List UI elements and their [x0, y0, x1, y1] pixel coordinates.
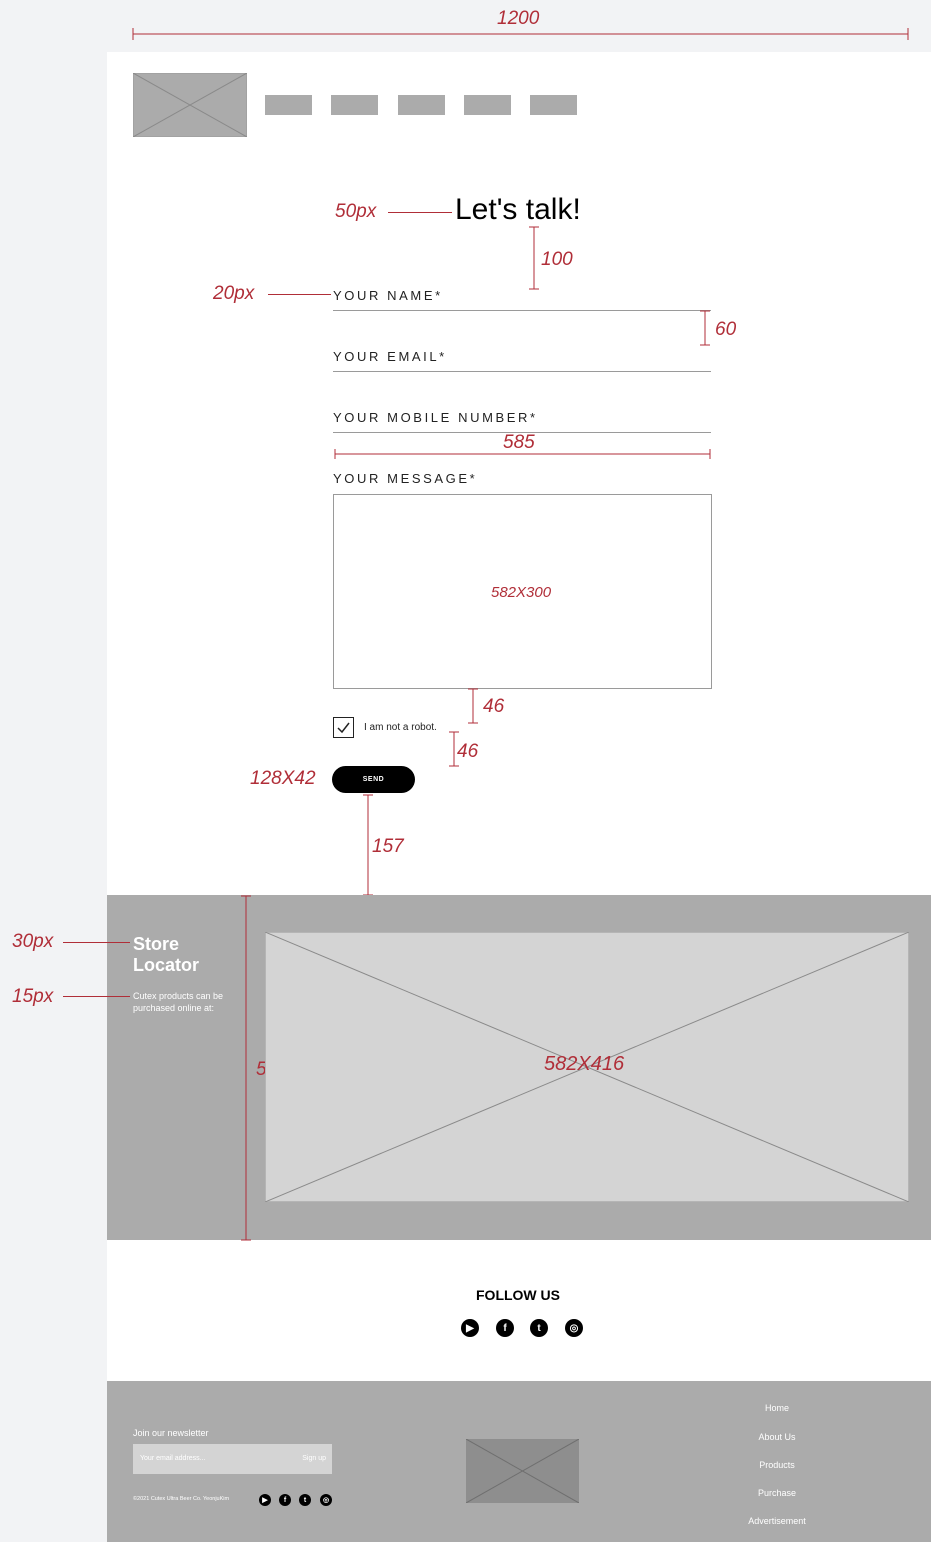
message-label: YOUR MESSAGE*: [333, 471, 478, 486]
footer-link-about-us[interactable]: About Us: [717, 1432, 837, 1442]
annotation-message-size: 582X300: [491, 584, 552, 601]
annotation-gap-before-locator: 157: [372, 836, 404, 857]
captcha-checkbox[interactable]: [333, 717, 354, 738]
annotation-locator-text-font-line: [63, 996, 130, 997]
email-label: YOUR EMAIL*: [333, 349, 447, 364]
send-button[interactable]: SEND: [332, 766, 415, 793]
footer-link-advertisement[interactable]: Advertisement: [717, 1516, 837, 1526]
annotation-gap-after-message-line: [468, 688, 478, 724]
annotation-gap-after-message: 46: [483, 696, 505, 717]
copyright-text: ©2021 Cutex Ultra Beer Co. YeonjuKim: [133, 1496, 230, 1502]
annotation-title-gap-line: [529, 226, 539, 290]
instagram-icon[interactable]: ◎: [565, 1319, 583, 1337]
annotation-title-gap: 100: [541, 249, 573, 270]
logo-placeholder[interactable]: [133, 73, 247, 137]
name-input[interactable]: [333, 310, 711, 311]
mobile-label: YOUR MOBILE NUMBER*: [333, 410, 538, 425]
annotation-locator-title-font-line: [63, 942, 130, 943]
footer-link-purchase[interactable]: Purchase: [717, 1488, 837, 1498]
name-label: YOUR NAME*: [333, 288, 443, 303]
nav-item-3[interactable]: [398, 95, 445, 115]
footer-youtube-icon[interactable]: ▶: [259, 1494, 271, 1506]
annotation-field-width-line: [334, 449, 711, 459]
annotation-locator-text-font: 15px: [12, 986, 54, 1007]
footer-instagram-icon[interactable]: ◎: [320, 1494, 332, 1506]
footer-logo-placeholder[interactable]: [466, 1439, 579, 1503]
footer-facebook-icon[interactable]: f: [279, 1494, 291, 1506]
twitter-icon[interactable]: t: [530, 1319, 548, 1337]
annotation-button-size: 128X42: [250, 768, 316, 789]
store-locator-title-line1: Store: [133, 934, 180, 954]
nav-item-5[interactable]: [530, 95, 577, 115]
annotation-gap-after-captcha: 46: [457, 741, 479, 762]
annotation-label-font: 20px: [213, 283, 255, 304]
checkmark-icon: [337, 722, 350, 734]
footer-link-home[interactable]: Home: [717, 1403, 837, 1413]
follow-us-title: FOLLOW US: [476, 1287, 560, 1303]
captcha-label: I am not a robot.: [364, 722, 437, 733]
annotation-label-font-line: [268, 294, 331, 295]
store-locator-description: Cutex products can be purchased online a…: [133, 991, 224, 1013]
annotation-locator-height-line: [241, 895, 251, 1241]
youtube-icon[interactable]: ▶: [461, 1319, 479, 1337]
footer-link-products[interactable]: Products: [717, 1460, 837, 1470]
annotation-page-width-line: [132, 28, 909, 40]
nav-item-4[interactable]: [464, 95, 511, 115]
annotation-field-gap: 60: [715, 319, 737, 340]
page-canvas: [107, 52, 931, 1542]
store-locator-title-line2: Locator: [133, 955, 200, 975]
newsletter-email-placeholder: Your email address...: [140, 1455, 206, 1462]
email-input[interactable]: [333, 371, 711, 372]
nav-item-2[interactable]: [331, 95, 378, 115]
footer-twitter-icon[interactable]: t: [299, 1494, 311, 1506]
annotation-map-size: 582X416: [544, 1053, 625, 1075]
nav-item-1[interactable]: [265, 95, 312, 115]
newsletter-email-input[interactable]: Your email address... Sign up: [133, 1444, 332, 1474]
newsletter-label: Join our newsletter: [133, 1428, 209, 1438]
annotation-title-font-line: [388, 212, 452, 213]
annotation-title-font: 50px: [335, 201, 377, 222]
page-title: Let's talk!: [455, 193, 581, 226]
annotation-field-gap-line: [700, 310, 710, 346]
annotation-locator-title-font: 30px: [12, 931, 54, 952]
signup-button[interactable]: Sign up: [302, 1455, 326, 1462]
facebook-icon[interactable]: f: [496, 1319, 514, 1337]
